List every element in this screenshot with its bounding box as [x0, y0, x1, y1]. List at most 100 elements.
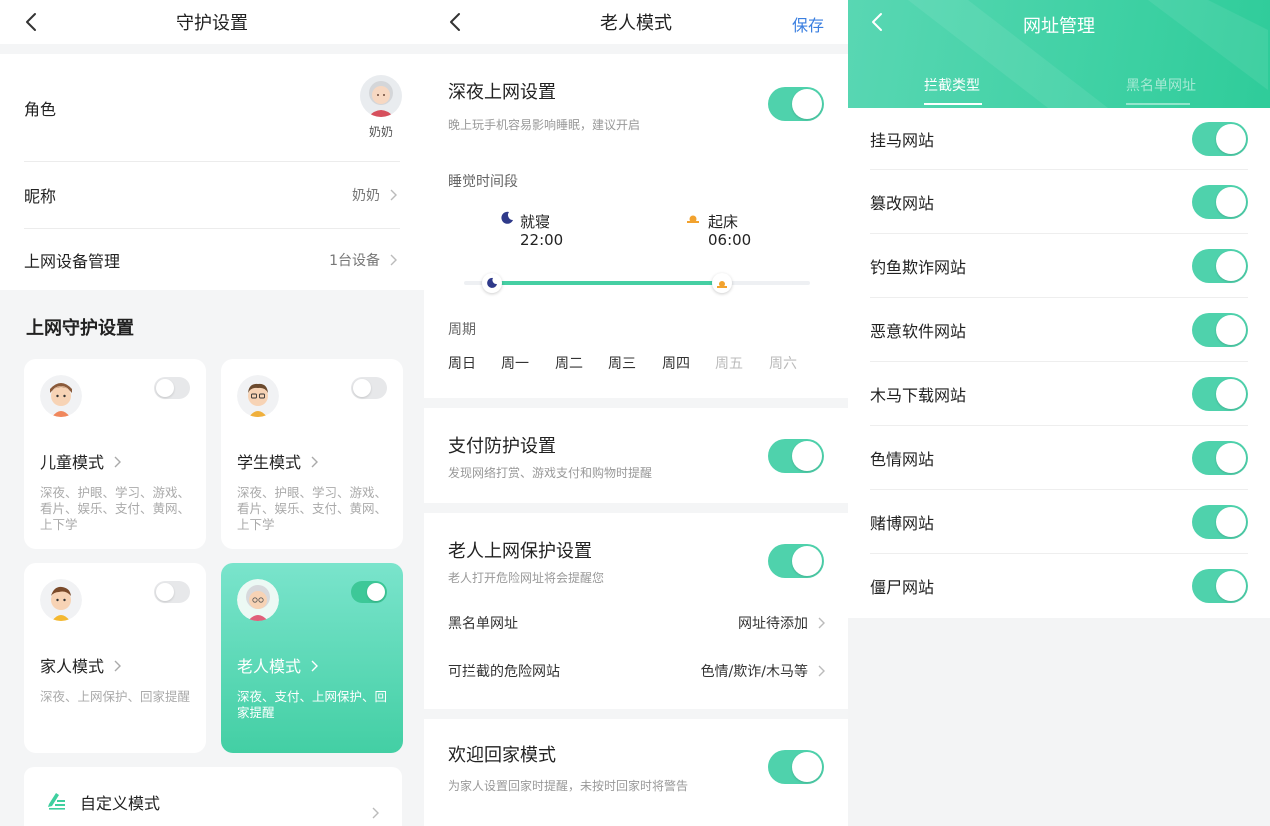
page-title: 网址管理: [1023, 16, 1095, 37]
chevron-right-icon: [307, 454, 321, 468]
elder-protection-section: 老人上网保护设置 老人打开危险网址将会提醒您 黑名单网址 网址待添加 可拦截的危…: [424, 513, 848, 709]
category-toggle[interactable]: [1192, 441, 1248, 475]
blockable-sites-row[interactable]: 可拦截的危险网站 色情/欺诈/木马等: [448, 661, 828, 681]
chevron-right-icon: [110, 454, 124, 468]
category-label: 篡改网站: [870, 194, 935, 213]
mode-description: 深夜、支付、上网保护、回家提醒: [237, 689, 388, 720]
chevron-right-icon: [386, 188, 400, 202]
mode-name: 儿童模式: [40, 453, 105, 472]
sleep-period-label: 睡觉时间段: [448, 174, 518, 190]
navbar: 守护设置: [0, 0, 424, 44]
chevron-right-icon: [368, 805, 382, 819]
role-label: 角色: [24, 99, 57, 119]
category-label: 挂马网站: [870, 131, 935, 150]
bedtime-slider-handle[interactable]: [482, 273, 502, 293]
tab-underline: [1126, 103, 1190, 105]
category-label: 恶意软件网站: [870, 322, 967, 341]
elder-protection-subtitle: 老人打开危险网址将会提醒您: [448, 571, 605, 585]
role-avatar-name: 奶奶: [368, 125, 393, 139]
day-friday[interactable]: 周五: [715, 353, 743, 373]
category-toggle[interactable]: [1192, 505, 1248, 539]
navbar: 老人模式 保存: [424, 0, 848, 44]
wake-value[interactable]: 06:00: [708, 231, 751, 249]
mode-card-student[interactable]: 学生模式 深夜、护眼、学习、游戏、看片、娱乐、支付、黄网、上下学: [221, 359, 403, 549]
night-title: 深夜上网设置: [448, 82, 556, 103]
category-label: 色情网站: [870, 450, 935, 469]
back-arrow-icon[interactable]: [444, 10, 468, 34]
guard-settings-screen: 守护设置 角色 奶奶 昵称 奶奶 上网设备管理 1台设备 上网守护设置 儿童模式…: [0, 0, 424, 826]
elder-protection-toggle[interactable]: [768, 544, 824, 578]
back-arrow-icon[interactable]: [20, 10, 44, 34]
mode-card-family[interactable]: 家人模式 深夜、上网保护、回家提醒: [24, 563, 206, 753]
edit-list-icon: [46, 790, 66, 810]
url-category-row: 僵尸网站: [848, 554, 1270, 618]
chevron-right-icon: [814, 664, 828, 678]
profile-card: 角色 奶奶 昵称 奶奶 上网设备管理 1台设备: [0, 54, 424, 290]
day-wednesday[interactable]: 周三: [608, 353, 636, 373]
device-value: 1台设备: [329, 253, 380, 269]
bedtime-value[interactable]: 22:00: [520, 231, 563, 249]
device-label: 上网设备管理: [24, 252, 121, 271]
bedtime-label: 就寝: [520, 213, 551, 231]
chevron-right-icon: [110, 658, 124, 672]
mode-card-elder[interactable]: 老人模式 深夜、支付、上网保护、回家提醒: [221, 563, 403, 753]
page-title: 守护设置: [176, 13, 248, 34]
student-mode-toggle[interactable]: [351, 377, 387, 399]
role-row[interactable]: 角色 奶奶: [24, 54, 402, 161]
welcome-home-toggle[interactable]: [768, 750, 824, 784]
tab-block-types[interactable]: 拦截类型: [924, 75, 980, 95]
payment-toggle[interactable]: [768, 439, 824, 473]
day-sunday[interactable]: 周日: [448, 353, 476, 373]
tab-blacklist[interactable]: 黑名单网址: [1126, 75, 1196, 95]
blacklist-row[interactable]: 黑名单网址 网址待添加: [448, 613, 828, 633]
device-management-row[interactable]: 上网设备管理 1台设备: [24, 229, 400, 291]
night-toggle[interactable]: [768, 87, 824, 121]
welcome-home-subtitle: 为家人设置回家时提醒，未按时回家时将警告: [448, 779, 689, 793]
child-avatar-icon: [40, 375, 82, 417]
url-category-row: 赌博网站: [848, 490, 1270, 554]
category-toggle[interactable]: [1192, 313, 1248, 347]
elder-mode-toggle[interactable]: [351, 581, 387, 603]
day-thursday[interactable]: 周四: [662, 353, 690, 373]
day-monday[interactable]: 周一: [501, 353, 529, 373]
sunrise-icon: [686, 210, 700, 224]
elder-protection-title: 老人上网保护设置: [448, 541, 592, 562]
custom-mode-card[interactable]: 自定义模式: [24, 767, 402, 826]
day-tuesday[interactable]: 周二: [555, 353, 583, 373]
category-toggle[interactable]: [1192, 249, 1248, 283]
mode-card-child[interactable]: 儿童模式 深夜、护眼、学习、游戏、看片、娱乐、支付、黄网、上下学: [24, 359, 206, 549]
blockable-label: 可拦截的危险网站: [448, 664, 560, 680]
mode-description: 深夜、护眼、学习、游戏、看片、娱乐、支付、黄网、上下学: [40, 485, 191, 532]
nickname-row[interactable]: 昵称 奶奶: [24, 162, 400, 228]
url-category-row: 木马下载网站: [848, 362, 1270, 426]
mode-description: 深夜、护眼、学习、游戏、看片、娱乐、支付、黄网、上下学: [237, 485, 388, 532]
category-label: 钓鱼欺诈网站: [870, 258, 967, 277]
child-mode-toggle[interactable]: [154, 377, 190, 399]
url-category-row: 挂马网站: [848, 108, 1270, 170]
chevron-right-icon: [386, 253, 400, 267]
mode-name: 家人模式: [40, 657, 105, 676]
category-toggle[interactable]: [1192, 185, 1248, 219]
category-toggle[interactable]: [1192, 377, 1248, 411]
grandma-avatar-icon: [360, 75, 402, 117]
night-section: 深夜上网设置 晚上玩手机容易影响睡眠，建议开启 睡觉时间段 就寝 22:00 起…: [424, 54, 848, 398]
url-category-row: 篡改网站: [848, 170, 1270, 234]
mode-name: 老人模式: [237, 657, 302, 676]
category-label: 木马下载网站: [870, 386, 967, 405]
night-subtitle: 晚上玩手机容易影响睡眠，建议开启: [448, 118, 641, 132]
mode-name: 学生模式: [237, 453, 302, 472]
wake-slider-handle[interactable]: [712, 273, 732, 293]
active-tab-indicator: [924, 103, 982, 105]
section-title: 上网守护设置: [26, 318, 134, 339]
save-button[interactable]: 保存: [792, 12, 824, 36]
chevron-right-icon: [307, 658, 321, 672]
category-toggle[interactable]: [1192, 122, 1248, 156]
blacklist-label: 黑名单网址: [448, 616, 518, 632]
family-mode-toggle[interactable]: [154, 581, 190, 603]
mode-description: 深夜、上网保护、回家提醒: [40, 689, 191, 704]
page-title: 老人模式: [600, 13, 672, 34]
category-label: 僵尸网站: [870, 578, 935, 597]
day-saturday[interactable]: 周六: [769, 353, 797, 373]
category-toggle[interactable]: [1192, 569, 1248, 603]
elder-mode-screen: 老人模式 保存 深夜上网设置 晚上玩手机容易影响睡眠，建议开启 睡觉时间段 就寝…: [424, 0, 848, 826]
